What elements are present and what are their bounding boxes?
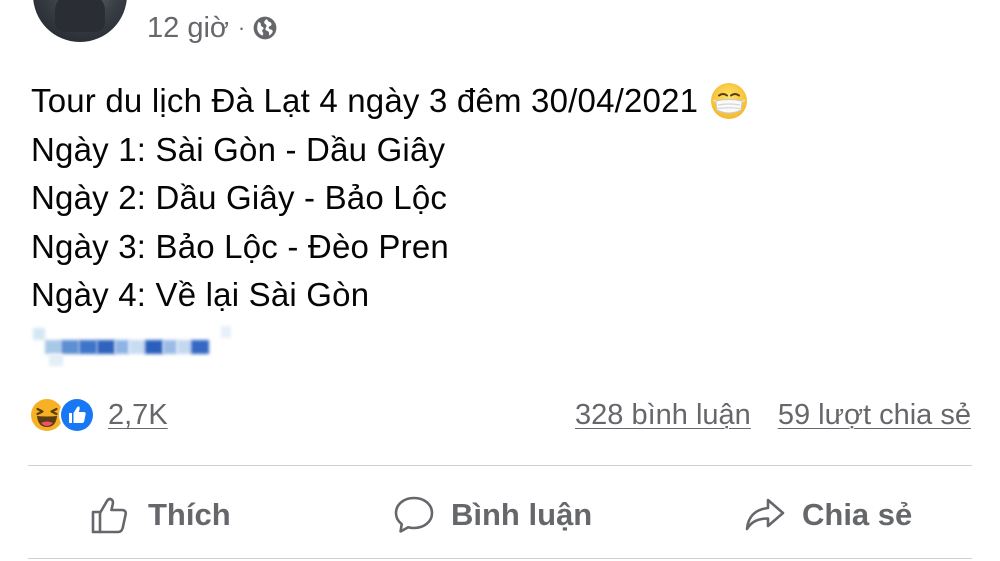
comment-button[interactable]: Bình luận: [391, 487, 592, 543]
post-line-day3: Ngày 3: Bảo Lộc - Đèo Pren: [31, 227, 449, 265]
post-text: Tour du lịch Đà Lạt 4 ngày 3 đêm 30/04/2…: [31, 77, 749, 320]
divider: [28, 465, 972, 466]
post-line-day1: Ngày 1: Sài Gòn - Dầu Giây: [31, 130, 446, 168]
like-button[interactable]: Thích: [88, 487, 231, 543]
action-bar: Thích Bình luận Chia sẻ: [0, 487, 1000, 543]
reaction-count[interactable]: 2,7K: [108, 399, 168, 432]
post-line-text: Tour du lịch Đà Lạt 4 ngày 3 đêm 30/04/2…: [31, 82, 699, 119]
engagement-stats: 328 bình luận 59 lượt chia sẻ: [575, 396, 971, 434]
share-button[interactable]: Chia sẻ: [742, 487, 912, 543]
comment-icon: [394, 496, 434, 533]
pixelated-content: [31, 326, 231, 366]
face-with-medical-mask-icon: [709, 81, 749, 121]
share-icon: [745, 498, 785, 531]
post-meta: 12 giờ ·: [147, 11, 278, 45]
post-line-day4: Ngày 4: Về lại Sài Gòn: [31, 276, 370, 313]
like-reaction-icon: [59, 397, 95, 433]
divider: [28, 558, 972, 559]
reactions-summary[interactable]: 2,7K: [28, 396, 168, 434]
meta-separator: ·: [237, 15, 246, 40]
globe-icon[interactable]: [252, 15, 278, 41]
comment-label: Bình luận: [451, 497, 593, 532]
post-line-day2: Ngày 2: Dầu Giây - Bảo Lộc: [31, 179, 448, 216]
comments-count-link[interactable]: 328 bình luận: [575, 399, 751, 432]
like-label: Thích: [148, 497, 231, 532]
post-time[interactable]: 12 giờ: [147, 12, 229, 45]
avatar[interactable]: [33, 0, 127, 42]
post-line-title: Tour du lịch Đà Lạt 4 ngày 3 đêm 30/04/2…: [31, 77, 749, 126]
thumbs-up-icon: [91, 497, 128, 534]
shares-count-link[interactable]: 59 lượt chia sẻ: [778, 399, 971, 432]
share-label: Chia sẻ: [802, 497, 913, 532]
